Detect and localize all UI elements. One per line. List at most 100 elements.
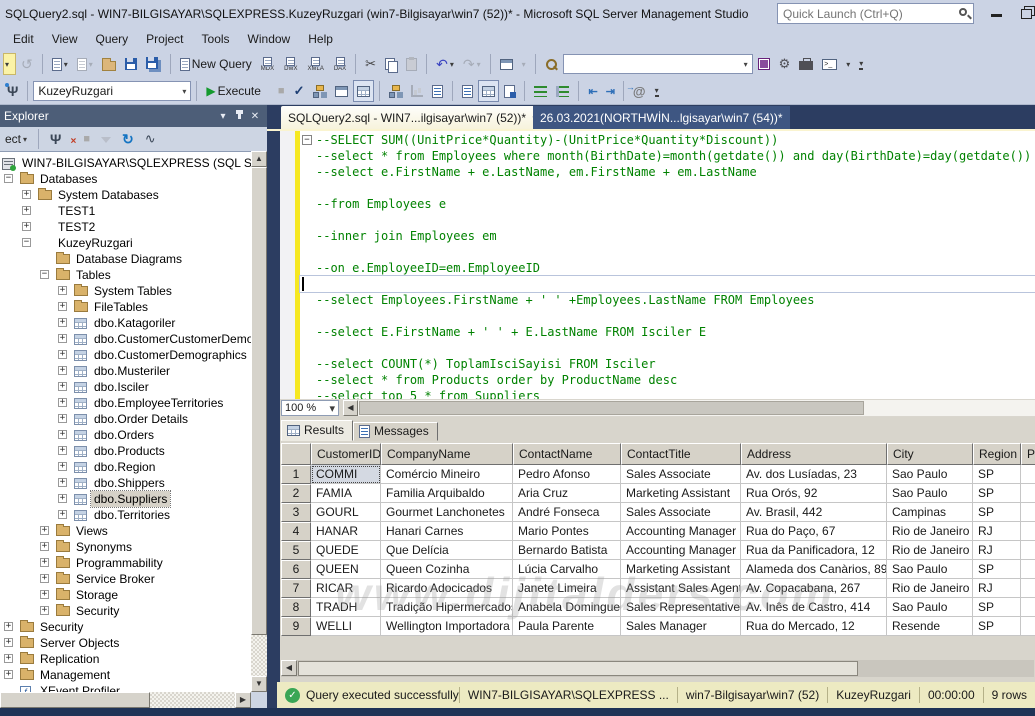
menu-edit[interactable]: Edit: [4, 29, 43, 49]
results-horizontal-scrollbar[interactable]: [281, 660, 1034, 677]
expand-toggle-icon[interactable]: +: [40, 542, 49, 551]
row-header[interactable]: 4: [281, 522, 311, 541]
grid-cell[interactable]: Gourmet Lanchonetes: [381, 503, 513, 522]
menu-query[interactable]: Query: [86, 29, 137, 49]
grid-cell[interactable]: Av. Copacabana, 267: [741, 579, 887, 598]
find-button[interactable]: [541, 53, 562, 75]
tree-item-kuzeyruzgari[interactable]: −KuzeyRuzgari: [0, 235, 251, 251]
grid-cell[interactable]: Anabela Domingues: [513, 598, 621, 617]
grid-cell[interactable]: WELLI: [311, 617, 381, 636]
grid-cell[interactable]: Marketing Assistant: [621, 484, 741, 503]
tree-item-dbo-musteriler[interactable]: +dbo.Musteriler: [0, 363, 251, 379]
quick-launch-input[interactable]: [783, 5, 948, 22]
tree-item-tables[interactable]: −Tables: [0, 267, 251, 283]
grid-cell[interactable]: QUEEN: [311, 560, 381, 579]
expand-toggle-icon[interactable]: −: [4, 174, 13, 183]
new-query-connection-button[interactable]: [48, 53, 72, 75]
tree-horizontal-scrollbar[interactable]: [0, 692, 251, 708]
code-line-10[interactable]: [300, 276, 1035, 292]
menu-tools[interactable]: Tools: [193, 29, 239, 49]
comment-lines-button[interactable]: [530, 80, 551, 102]
editor-hscroll-thumb[interactable]: [359, 401, 864, 415]
change-connection-button[interactable]: [3, 80, 22, 102]
grid-cell[interactable]: Av. Brasil, 442: [741, 503, 887, 522]
expand-toggle-icon[interactable]: +: [58, 350, 67, 359]
grid-cell[interactable]: [1021, 617, 1035, 636]
row-header[interactable]: 8: [281, 598, 311, 617]
tree-item-dbo-katagoriler[interactable]: +dbo.Katagoriler: [0, 315, 251, 331]
pin-icon[interactable]: [231, 110, 247, 122]
row-header[interactable]: 3: [281, 503, 311, 522]
row-header[interactable]: 6: [281, 560, 311, 579]
connect-button[interactable]: ect: [1, 128, 31, 150]
results-tab-results[interactable]: Results: [281, 420, 353, 441]
solution-explorer-button[interactable]: [754, 53, 774, 75]
code-line-17[interactable]: --select top 5 * from Suppliers: [300, 388, 1035, 399]
query-options-button[interactable]: [331, 80, 352, 102]
expand-toggle-icon[interactable]: +: [58, 382, 67, 391]
grid-corner-cell[interactable]: [281, 443, 311, 465]
expand-toggle-icon[interactable]: +: [4, 670, 13, 679]
available-databases-combo[interactable]: KuzeyRuzgari: [33, 81, 191, 101]
grid-cell[interactable]: Rua da Panificadora, 12: [741, 541, 887, 560]
tree-item-storage[interactable]: +Storage: [0, 587, 251, 603]
grid-cell[interactable]: [1021, 465, 1035, 484]
grid-cell[interactable]: Sao Paulo: [887, 560, 973, 579]
expand-toggle-icon[interactable]: +: [40, 606, 49, 615]
results-tab-messages[interactable]: Messages: [353, 422, 438, 441]
close-icon[interactable]: [247, 111, 263, 122]
grid-cell[interactable]: QUEDE: [311, 541, 381, 560]
grid-cell[interactable]: [1021, 503, 1035, 522]
expand-toggle-icon[interactable]: +: [58, 446, 67, 455]
expand-toggle-icon[interactable]: +: [58, 286, 67, 295]
column-header-region[interactable]: Region: [973, 443, 1021, 465]
grid-cell[interactable]: [1021, 522, 1035, 541]
grid-cell[interactable]: TRADH: [311, 598, 381, 617]
menu-view[interactable]: View: [43, 29, 87, 49]
menu-help[interactable]: Help: [299, 29, 342, 49]
grid-cell[interactable]: FAMIA: [311, 484, 381, 503]
find-combo[interactable]: [563, 54, 753, 74]
tree-item-synonyms[interactable]: +Synonyms: [0, 539, 251, 555]
expand-toggle-icon[interactable]: +: [58, 510, 67, 519]
panel-menu-icon[interactable]: [215, 111, 231, 122]
tree-item-management[interactable]: +Management: [0, 667, 251, 683]
expand-toggle-icon[interactable]: +: [4, 654, 13, 663]
estimated-plan-button[interactable]: [309, 80, 330, 102]
toolbar-customize-dropdown[interactable]: [3, 53, 16, 75]
code-line-13[interactable]: --select E.FirstName + ' ' + E.LastName …: [300, 324, 1035, 340]
expand-toggle-icon[interactable]: +: [4, 622, 13, 631]
tree-item-xevent-profiler[interactable]: fXEvent Profiler: [0, 683, 251, 692]
grid-cell[interactable]: SP: [973, 484, 1021, 503]
connect-object-button[interactable]: [46, 128, 65, 150]
editor-horizontal-scrollbar[interactable]: [358, 400, 1035, 416]
expand-toggle-icon[interactable]: −: [22, 238, 31, 247]
code-line-11[interactable]: --select Employees.FirstName + ' ' +Empl…: [300, 292, 1035, 308]
expand-toggle-icon[interactable]: +: [40, 590, 49, 599]
new-query-button[interactable]: New Query: [176, 53, 256, 75]
expand-toggle-icon[interactable]: +: [40, 574, 49, 583]
tree-item-security[interactable]: +Security: [0, 619, 251, 635]
tree-item-server-objects[interactable]: +Server Objects: [0, 635, 251, 651]
grid-cell[interactable]: COMMI: [311, 465, 381, 484]
expand-toggle-icon[interactable]: +: [58, 334, 67, 343]
collapse-region-icon[interactable]: −: [302, 135, 312, 145]
minimize-button[interactable]: [983, 6, 1009, 22]
expand-toggle-icon[interactable]: +: [58, 398, 67, 407]
code-line-9[interactable]: --on e.EmployeeID=em.EmployeeID: [300, 260, 1035, 276]
grid-cell[interactable]: André Fonseca: [513, 503, 621, 522]
design-query-button[interactable]: [428, 80, 447, 102]
code-line-8[interactable]: [300, 244, 1035, 260]
grid-cell[interactable]: Que Delícia: [381, 541, 513, 560]
grid-cell[interactable]: Sao Paulo: [887, 598, 973, 617]
grid-cell[interactable]: [1021, 579, 1035, 598]
grid-cell[interactable]: Sales Associate: [621, 503, 741, 522]
menu-window[interactable]: Window: [239, 29, 300, 49]
row-header[interactable]: 9: [281, 617, 311, 636]
column-header-customerid[interactable]: CustomerID: [311, 443, 381, 465]
menu-project[interactable]: Project: [137, 29, 192, 49]
row-header[interactable]: 2: [281, 484, 311, 503]
client-statistics-button[interactable]: [407, 80, 427, 102]
tree-item-win7-bilgisayar-sqlexpress-sql-server-11-0[interactable]: WIN7-BILGISAYAR\SQLEXPRESS (SQL Server 1…: [0, 155, 251, 171]
grid-cell[interactable]: SP: [973, 560, 1021, 579]
